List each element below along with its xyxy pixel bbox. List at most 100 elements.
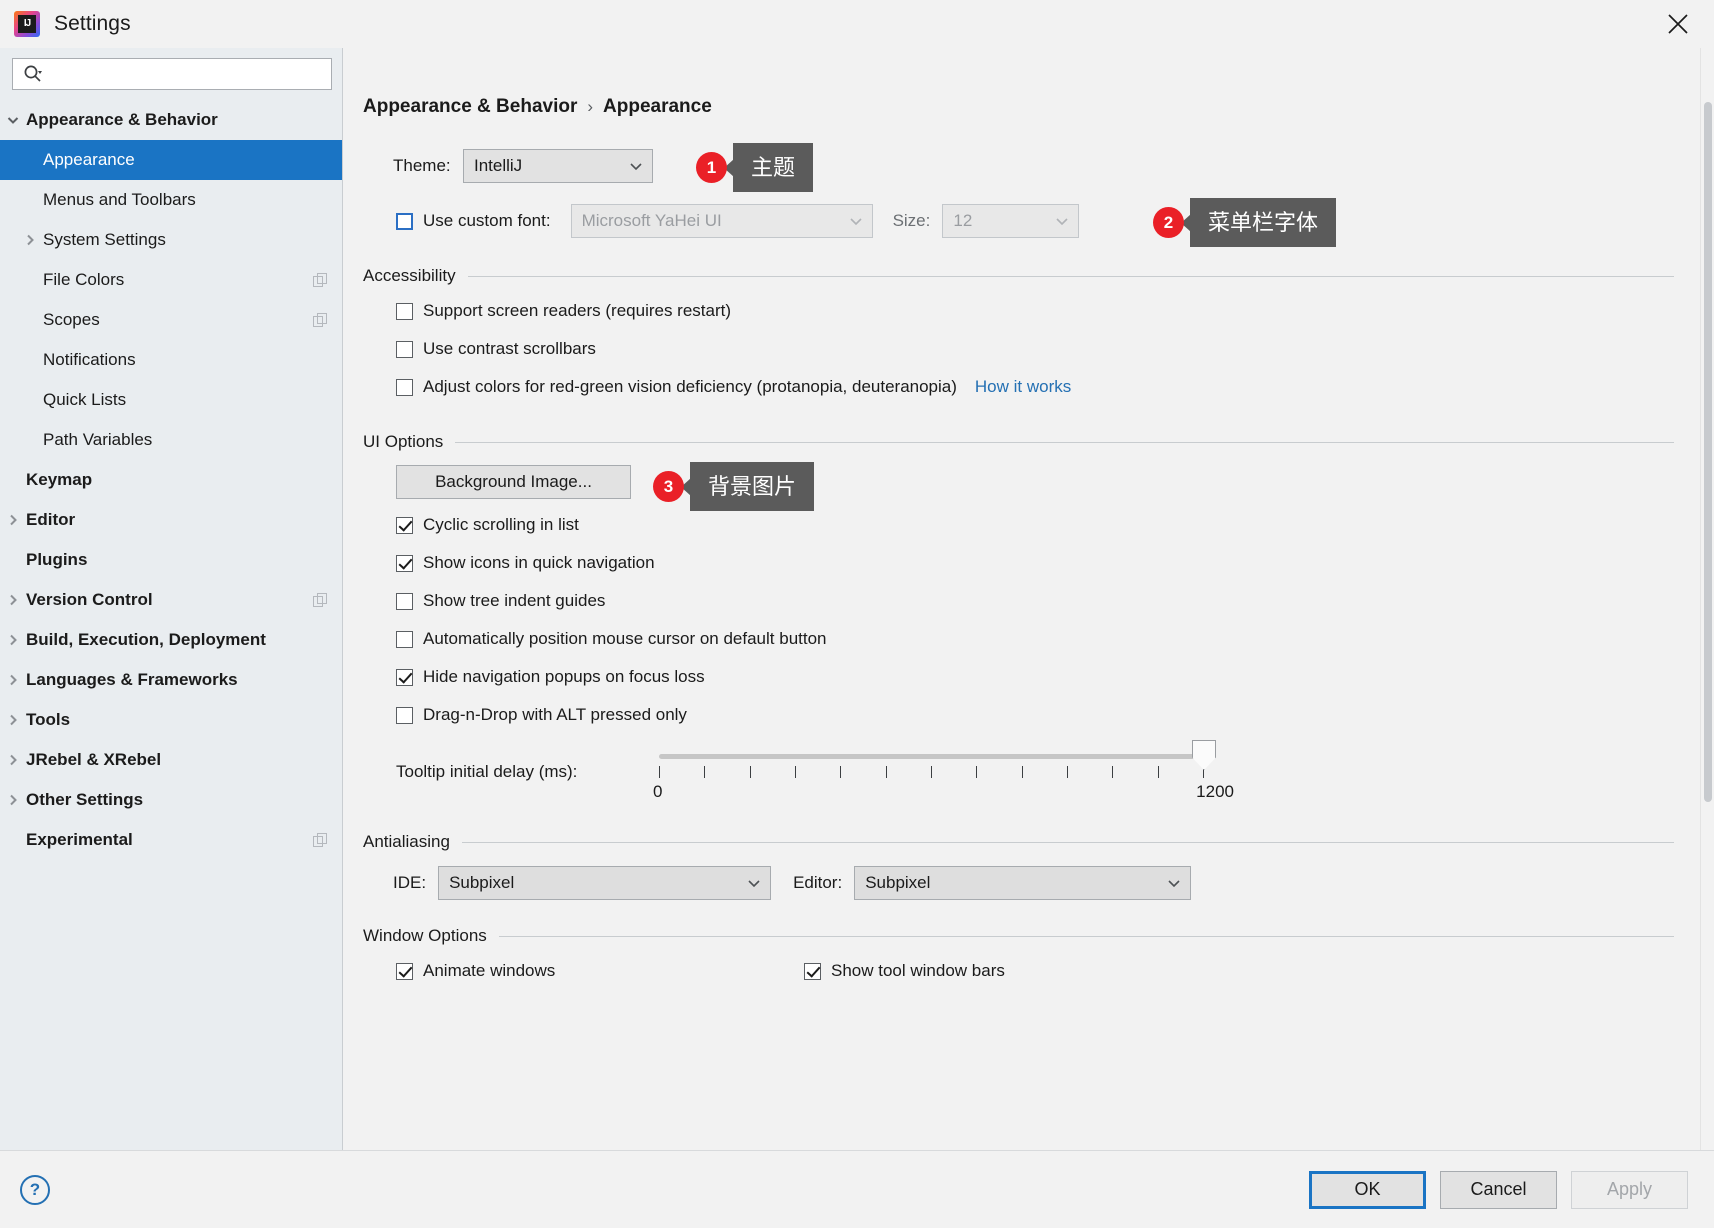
ui-option-checkbox[interactable] (396, 630, 413, 648)
close-icon[interactable] (1660, 6, 1696, 42)
window-options-row: Animate windows Show tool window bars (363, 952, 1674, 990)
sidebar-item-build-execution-deployment[interactable]: Build, Execution, Deployment (0, 620, 342, 660)
sidebar-item-label: Path Variables (43, 430, 153, 449)
search-container (0, 48, 342, 98)
sidebar-item-languages-frameworks[interactable]: Languages & Frameworks (0, 660, 342, 700)
content-clipped-bottom (363, 990, 1674, 1030)
chevron-right-icon[interactable] (0, 793, 26, 807)
accessibility-option-checkbox[interactable] (396, 302, 413, 320)
antialiasing-title: Antialiasing (363, 832, 450, 851)
ui-option-row: Show icons in quick navigation (396, 544, 1674, 582)
accessibility-option-label: Use contrast scrollbars (423, 339, 596, 358)
chevron-right-icon[interactable] (0, 593, 26, 607)
slider-tick (794, 766, 796, 778)
ui-option-row: Automatically position mouse cursor on d… (396, 620, 1674, 658)
window-title: Settings (54, 12, 131, 35)
slider-tick (976, 766, 978, 778)
accessibility-option-label: Support screen readers (requires restart… (423, 301, 732, 320)
sidebar-item-appearance-behavior[interactable]: Appearance & Behavior (0, 100, 342, 140)
window-options-title: Window Options (363, 926, 487, 945)
ui-option-checkbox[interactable] (396, 668, 413, 686)
sidebar-item-keymap[interactable]: Keymap (0, 460, 342, 500)
sidebar-item-label: Build, Execution, Deployment (26, 630, 266, 649)
ui-option-checkbox[interactable] (396, 554, 413, 572)
annotation-2-bubble: 菜单栏字体 (1190, 198, 1337, 248)
custom-font-select[interactable]: Microsoft YaHei UI (570, 204, 873, 238)
slider-track[interactable] (659, 754, 1204, 759)
chevron-right-icon[interactable] (0, 633, 26, 647)
editor-antialiasing-select[interactable]: Subpixel (854, 866, 1192, 900)
sidebar-item-tools[interactable]: Tools (0, 700, 342, 740)
ui-option-label: Hide navigation popups on focus loss (423, 667, 705, 686)
sidebar-item-version-control[interactable]: Version Control (0, 580, 342, 620)
window-option-label: Animate windows (423, 961, 556, 980)
annotation-3: 3 背景图片 (653, 462, 815, 512)
breadcrumb-root[interactable]: Appearance & Behavior (363, 96, 577, 118)
sidebar-item-scopes[interactable]: Scopes (0, 300, 342, 340)
sidebar-item-label: Appearance (43, 150, 135, 169)
cancel-button[interactable]: Cancel (1440, 1170, 1557, 1209)
slider-ticks (659, 766, 1204, 780)
sidebar-item-system-settings[interactable]: System Settings (0, 220, 342, 260)
window-options-right-column: Show tool window bars (804, 952, 1005, 990)
theme-select[interactable]: IntelliJ (463, 149, 653, 183)
sidebar-item-notifications[interactable]: Notifications (0, 340, 342, 380)
annotation-2: 2 菜单栏字体 (1153, 198, 1337, 248)
sidebar-item-quick-lists[interactable]: Quick Lists (0, 380, 342, 420)
ide-antialiasing-select[interactable]: Subpixel (438, 866, 772, 900)
chevron-right-icon[interactable] (17, 233, 43, 247)
chevron-right-icon[interactable] (0, 673, 26, 687)
background-image-button[interactable]: Background Image... (396, 465, 631, 499)
font-size-select[interactable]: 12 (942, 204, 1080, 238)
scrollbar-thumb[interactable] (1704, 102, 1712, 802)
help-icon[interactable]: ? (20, 1174, 50, 1205)
chevron-right-icon[interactable] (0, 753, 26, 767)
sidebar-item-jrebel-xrebel[interactable]: JRebel & XRebel (0, 740, 342, 780)
ui-option-label: Show tree indent guides (423, 591, 606, 610)
accessibility-option-label: Adjust colors for red-green vision defic… (423, 377, 957, 396)
section-divider (461, 841, 1674, 843)
chevron-right-icon[interactable] (0, 713, 26, 727)
sidebar-item-experimental[interactable]: Experimental (0, 820, 342, 860)
ui-option-checkbox[interactable] (396, 592, 413, 610)
sidebar-item-plugins[interactable]: Plugins (0, 540, 342, 580)
appearance-content: Theme: IntelliJ 1 主题 Use custom font: Mi… (343, 143, 1714, 1030)
section-divider (467, 275, 1674, 277)
settings-dialog: Settings Appearance & B (0, 0, 1714, 1228)
sidebar-item-label: Editor (26, 510, 76, 529)
accessibility-option-checkbox[interactable] (396, 378, 413, 396)
breadcrumb-separator: › (587, 97, 594, 116)
chevron-right-icon[interactable] (0, 513, 26, 527)
sidebar-item-appearance[interactable]: Appearance (0, 140, 342, 180)
ui-option-label: Drag-n-Drop with ALT pressed only (423, 705, 687, 724)
sidebar-item-label: Languages & Frameworks (26, 670, 238, 689)
slider-tick (840, 766, 842, 778)
editor-antialiasing-value: Subpixel (865, 873, 931, 892)
accessibility-option-checkbox[interactable] (396, 340, 413, 358)
chevron-down-icon[interactable] (0, 113, 26, 127)
sidebar-item-menus-and-toolbars[interactable]: Menus and Toolbars (0, 180, 342, 220)
how-it-works-link[interactable]: How it works (975, 377, 1071, 397)
ide-antialiasing-label: IDE: (393, 873, 427, 892)
window-option-checkbox[interactable] (396, 962, 413, 980)
sidebar-item-path-variables[interactable]: Path Variables (0, 420, 342, 460)
use-custom-font-checkbox[interactable] (396, 212, 413, 230)
ok-button[interactable]: OK (1309, 1170, 1426, 1209)
annotation-1: 1 主题 (696, 143, 814, 193)
search-input[interactable] (47, 64, 325, 84)
window-option-checkbox[interactable] (804, 962, 821, 980)
ui-option-checkbox[interactable] (396, 516, 413, 534)
apply-button: Apply (1571, 1170, 1688, 1209)
sidebar-item-label: JRebel & XRebel (26, 750, 162, 769)
ui-option-checkbox[interactable] (396, 706, 413, 724)
search-box[interactable] (12, 58, 332, 90)
sidebar-item-editor[interactable]: Editor (0, 500, 342, 540)
settings-main-panel: Appearance & Behavior › Appearance Theme… (343, 48, 1714, 1150)
sidebar-item-file-colors[interactable]: File Colors (0, 260, 342, 300)
sidebar-item-label: Version Control (26, 590, 153, 609)
window-option-label: Show tool window bars (831, 961, 1005, 980)
main-scrollbar[interactable] (1700, 48, 1714, 1150)
tooltip-delay-label: Tooltip initial delay (ms): (396, 762, 578, 781)
sidebar-item-other-settings[interactable]: Other Settings (0, 780, 342, 820)
ui-option-label: Automatically position mouse cursor on d… (423, 629, 827, 648)
